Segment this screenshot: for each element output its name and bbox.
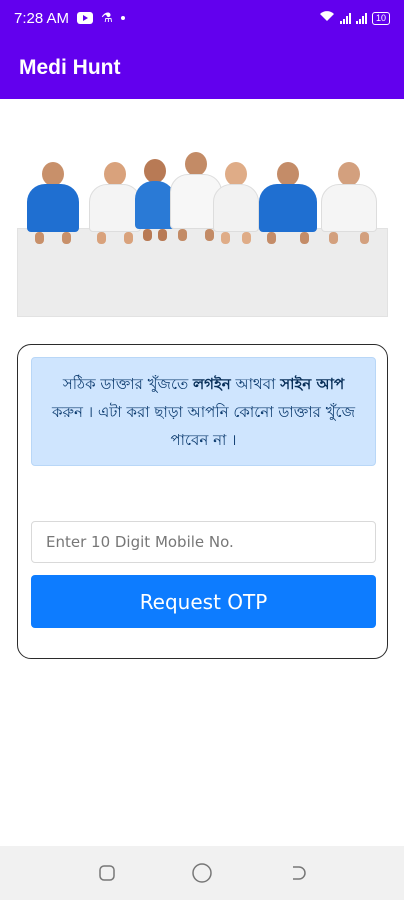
app-title: Medi Hunt: [19, 55, 121, 79]
status-time: 7:28 AM: [14, 9, 70, 27]
doctor-figure: [213, 162, 259, 244]
dot-icon: [120, 16, 125, 20]
app-bar: Medi Hunt: [0, 36, 404, 99]
status-bar: 7:28 AM ⚗ 10: [0, 0, 404, 36]
wifi-icon: [319, 10, 335, 26]
doctor-figure: [27, 162, 79, 244]
system-nav-bar: [0, 846, 404, 900]
doctor-figure: [135, 159, 175, 241]
recents-icon[interactable]: [87, 853, 127, 893]
doctors-group-illustration: [17, 150, 388, 317]
home-icon[interactable]: [182, 853, 222, 893]
doctor-figure: [321, 162, 377, 244]
signal-icon-2: [355, 12, 367, 24]
signal-icon: [339, 12, 351, 24]
doctor-figure: [259, 162, 317, 244]
login-card: সঠিক ডাক্তার খুঁজতে লগইন আথবা সাইন আপ কর…: [17, 344, 388, 659]
mobile-number-input[interactable]: [31, 521, 376, 563]
flask-icon: ⚗: [101, 10, 113, 26]
login-info-notice: সঠিক ডাক্তার খুঁজতে লগইন আথবা সাইন আপ কর…: [31, 357, 376, 466]
doctor-figure: [89, 162, 141, 244]
request-otp-button[interactable]: Request OTP: [31, 575, 376, 628]
youtube-icon: [77, 12, 94, 24]
battery-icon: 10: [371, 11, 390, 25]
login-info-text: সঠিক ডাক্তার খুঁজতে লগইন আথবা সাইন আপ কর…: [51, 374, 356, 449]
back-icon[interactable]: [277, 853, 317, 893]
